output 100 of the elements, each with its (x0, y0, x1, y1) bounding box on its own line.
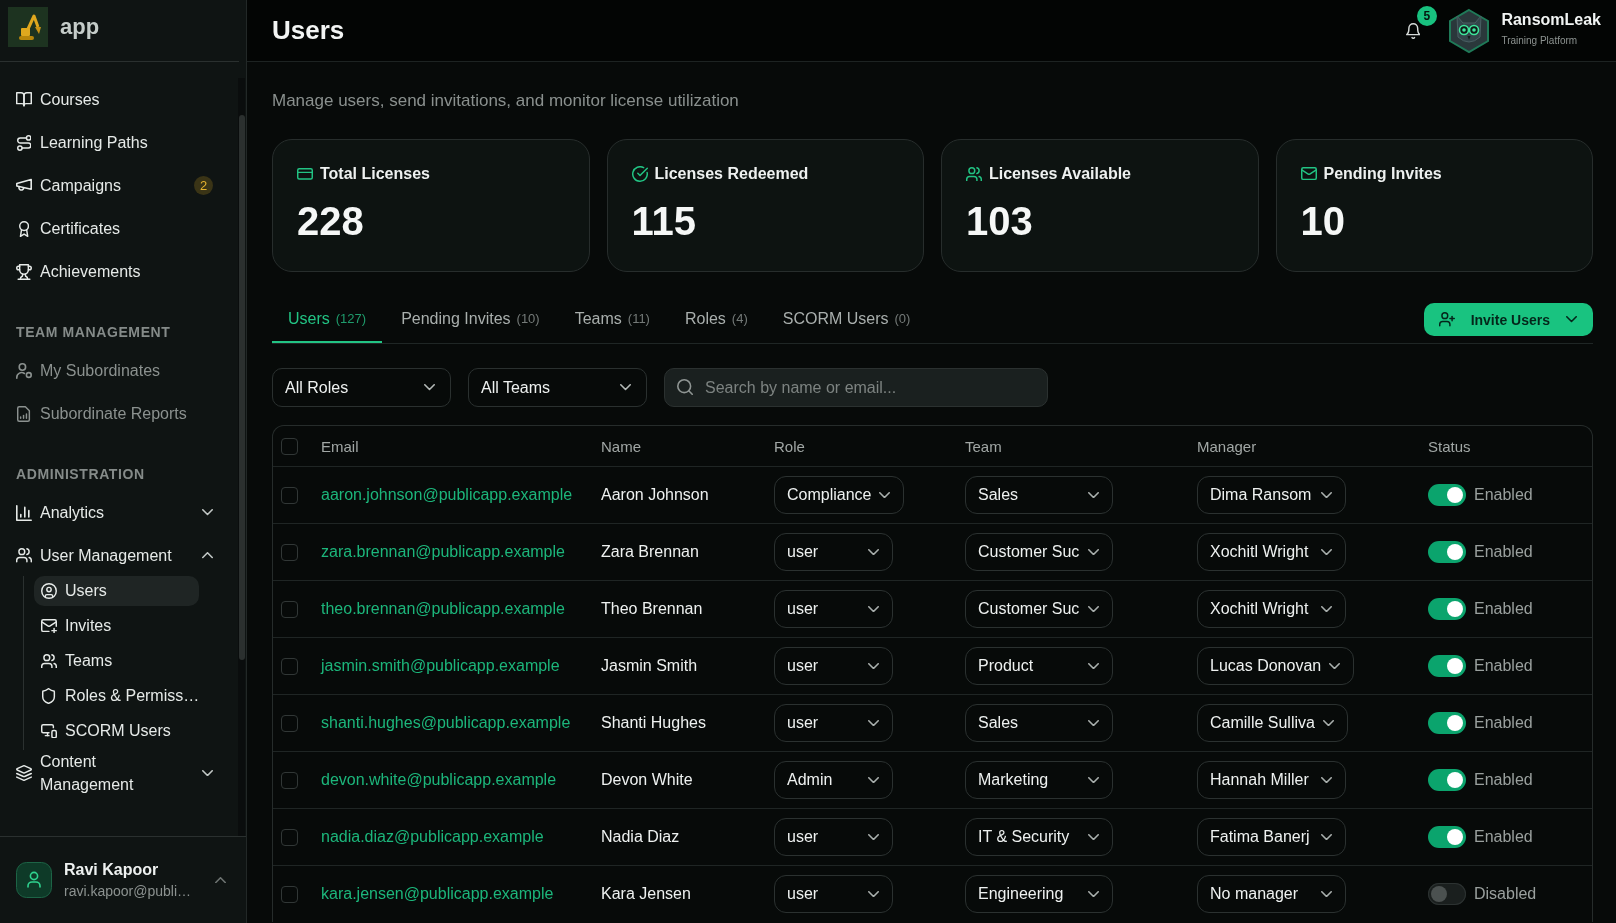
sidebar-item[interactable]: Analytics (0, 491, 230, 534)
role-select[interactable]: user (774, 704, 893, 742)
team-select[interactable]: Customer Suc (965, 533, 1113, 571)
scrollbar-thumb[interactable] (239, 115, 245, 660)
email-link[interactable]: kara.jensen@publicapp.example (321, 885, 601, 903)
bell-icon[interactable] (1405, 22, 1421, 39)
sidebar-item[interactable]: Certificates (0, 207, 230, 250)
sidebar-item[interactable]: Content Management (0, 750, 230, 796)
email-link[interactable]: shanti.hughes@publicapp.example (321, 714, 601, 732)
sidebar-item[interactable]: User Management (0, 534, 230, 577)
team-select[interactable]: IT & Security (965, 818, 1113, 856)
users-icon (16, 548, 32, 563)
stat-label: Licenses Available (989, 164, 1131, 184)
email-link[interactable]: jasmin.smith@publicapp.example (321, 657, 601, 675)
tab[interactable]: SCORM Users (0) (766, 296, 927, 343)
sidebar-subitem[interactable]: Teams (34, 646, 199, 676)
column-header: Role (774, 437, 806, 455)
checkbox[interactable] (281, 543, 298, 561)
checkbox[interactable] (281, 828, 298, 846)
sidebar-subitem[interactable]: Invites (34, 611, 199, 641)
team-filter[interactable]: All Teams (468, 368, 647, 407)
page-title: Users (272, 15, 345, 46)
role-select[interactable]: user (774, 533, 893, 571)
sidebar-subitem[interactable]: Users (34, 576, 199, 606)
user-name: Aaron Johnson (601, 486, 710, 504)
search-icon (677, 379, 693, 395)
role-select[interactable]: Admin (774, 761, 893, 799)
role-select[interactable]: user (774, 590, 893, 628)
invite-users-button[interactable]: Invite Users (1423, 303, 1593, 336)
sidebar-subitem[interactable]: Roles & Permiss… (34, 681, 204, 711)
chevron-down-icon (1088, 548, 1099, 556)
manager-select[interactable]: Lucas Donovan (1197, 647, 1355, 685)
email-link[interactable]: devon.white@publicapp.example (321, 771, 601, 789)
chevron-down-icon (868, 890, 879, 898)
notification-badge: 5 (1416, 5, 1437, 26)
chevron-down-icon (1321, 776, 1332, 784)
role-select[interactable]: user (774, 818, 893, 856)
manager-select[interactable]: Dima Ransom (1197, 476, 1346, 514)
team-select[interactable]: Customer Suc (965, 590, 1113, 628)
toggle-switch[interactable] (1428, 883, 1466, 905)
checkbox[interactable] (281, 771, 298, 789)
checkbox[interactable] (281, 600, 298, 618)
manager-select[interactable]: No manager (1197, 875, 1346, 913)
toggle-switch[interactable] (1428, 484, 1466, 506)
toggle-switch[interactable] (1428, 712, 1466, 734)
stat-label: Total Licenses (320, 164, 430, 184)
email-link[interactable]: zara.brennan@publicapp.example (321, 543, 601, 561)
email-link[interactable]: nadia.diaz@publicapp.example (321, 828, 601, 846)
checkbox[interactable] (281, 437, 298, 455)
toggle-switch[interactable] (1428, 769, 1466, 791)
chevron-down-icon[interactable] (202, 769, 213, 777)
file-chart-icon (17, 405, 31, 422)
sidebar-subitem[interactable]: SCORM Users (34, 716, 199, 746)
toggle-switch[interactable] (1428, 598, 1466, 620)
user-name: Jasmin Smith (601, 657, 699, 675)
tab[interactable]: Users (127) (272, 296, 383, 343)
manager-select[interactable]: Xochitl Wright (1197, 533, 1346, 571)
checkbox[interactable] (281, 885, 298, 903)
team-select[interactable]: Product (965, 647, 1113, 685)
status-label: Enabled (1474, 828, 1533, 846)
manager-select[interactable]: Fatima Banerj (1197, 818, 1346, 856)
team-select[interactable]: Sales (965, 476, 1113, 514)
route-icon (16, 134, 32, 151)
tab[interactable]: Pending Invites (10) (385, 296, 556, 343)
checkbox[interactable] (281, 714, 298, 732)
toggle-switch[interactable] (1428, 541, 1466, 563)
toggle-switch[interactable] (1428, 826, 1466, 848)
chevron-down-icon (1088, 662, 1099, 670)
tab[interactable]: Roles (4) (668, 296, 764, 343)
chevron-down-icon[interactable] (202, 509, 213, 516)
role-select[interactable]: Compliance (774, 476, 905, 514)
tab[interactable]: Teams (11) (558, 296, 666, 343)
account-name: RansomLeak (1501, 11, 1601, 29)
column-header: Status (1428, 437, 1472, 455)
team-select[interactable]: Sales (965, 704, 1113, 742)
email-link[interactable]: aaron.johnson@publicapp.example (321, 486, 601, 504)
role-filter[interactable]: All Roles (272, 368, 451, 407)
megaphone-icon (16, 178, 32, 193)
sidebar-item[interactable]: Courses (0, 78, 230, 121)
sidebar-item[interactable]: Campaigns 2 (0, 164, 230, 207)
sidebar-item[interactable]: Learning Paths (0, 121, 230, 164)
checkbox[interactable] (281, 486, 298, 504)
section-heading: ADMINISTRATION (15, 465, 146, 484)
manager-select[interactable]: Hannah Miller (1197, 761, 1346, 799)
role-select[interactable]: user (774, 875, 893, 913)
trophy-icon (16, 263, 32, 280)
chevron-up-icon[interactable] (202, 552, 213, 559)
book-open-icon (16, 92, 32, 107)
team-select[interactable]: Engineering (965, 875, 1113, 913)
manager-select[interactable]: Xochitl Wright (1197, 590, 1346, 628)
email-link[interactable]: theo.brennan@publicapp.example (321, 600, 601, 618)
checkbox[interactable] (281, 657, 298, 675)
manager-select[interactable]: Camille Sulliva (1197, 704, 1348, 742)
sidebar-item[interactable]: Achievements (0, 250, 230, 293)
toggle-switch[interactable] (1428, 655, 1466, 677)
team-select[interactable]: Marketing (965, 761, 1113, 799)
role-select[interactable]: user (774, 647, 893, 685)
brand-name: app (60, 13, 100, 40)
search-field[interactable]: Search by name or email... (664, 368, 1048, 407)
mail-icon (1300, 167, 1317, 181)
